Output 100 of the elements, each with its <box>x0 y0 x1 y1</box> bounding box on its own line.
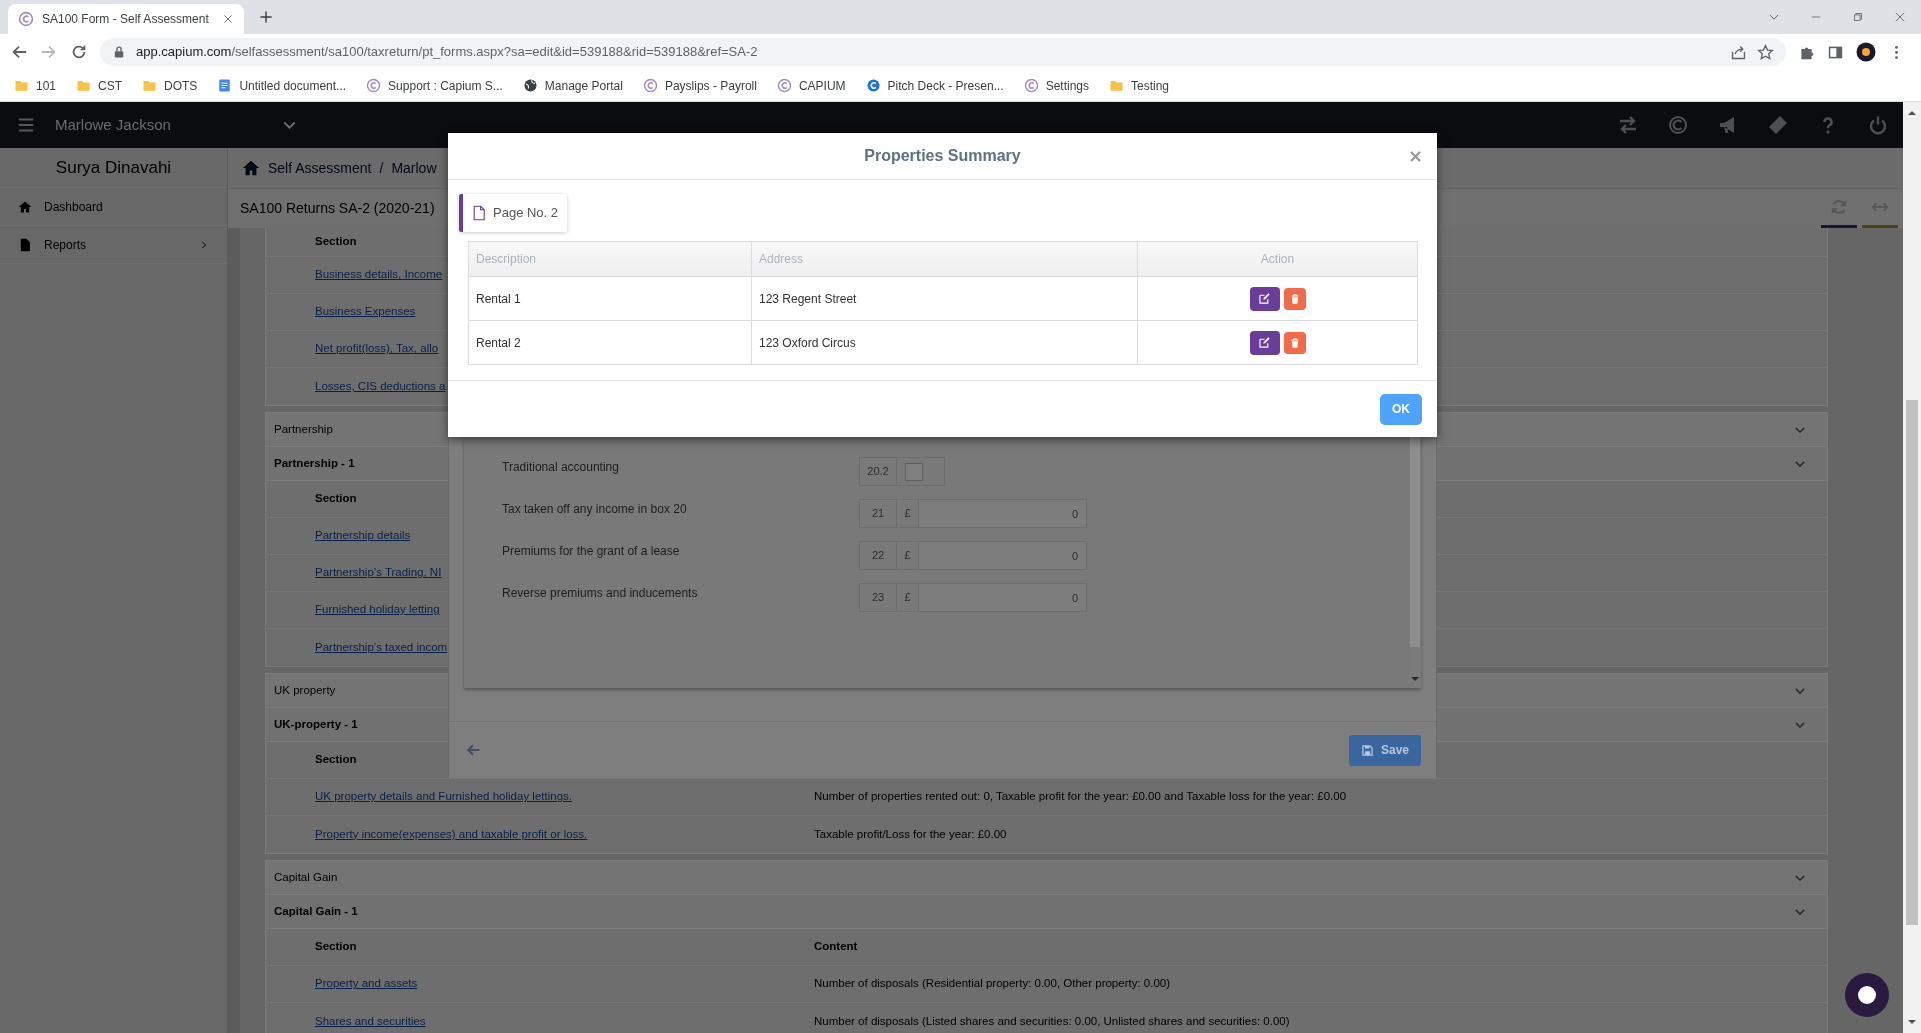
edit-icon <box>1258 292 1271 305</box>
group-title: Capital Gain <box>274 869 338 885</box>
section-link[interactable]: Furnished holiday letting <box>315 603 440 616</box>
star-icon[interactable] <box>1757 43 1774 61</box>
lock-icon <box>112 45 126 59</box>
amount-field[interactable]: 0 <box>919 499 1087 528</box>
c-circle-icon <box>865 78 881 93</box>
document-icon <box>471 205 487 221</box>
close-icon[interactable] <box>222 13 234 25</box>
section-link[interactable]: Losses, CIS deductions a <box>315 379 446 392</box>
table-cell: 123 Oxford Circus <box>751 320 1138 365</box>
client-selector[interactable]: Marlowe Jackson <box>55 113 297 137</box>
power-icon[interactable] <box>1868 115 1888 135</box>
column-header: Address <box>751 241 1138 277</box>
section-link[interactable]: Property and assets <box>315 977 418 990</box>
column-header: Action <box>1137 241 1418 277</box>
amount-field[interactable]: 0 <box>919 541 1087 570</box>
avatar-icon[interactable] <box>1856 42 1876 62</box>
bookmark[interactable]: Payslips - Payroll <box>642 76 757 95</box>
bookmark[interactable]: Pitch Deck - Presen... <box>865 76 1004 95</box>
address-bar[interactable]: app.capium.com/selfassessment/sa100/taxreturn/pt_forms.aspx?sa=edit&id=539188&rid=539188&ref=SA-2 <box>100 38 1786 66</box>
document-icon <box>217 78 233 93</box>
exchange-icon[interactable] <box>1618 115 1638 135</box>
delete-button[interactable] <box>1283 331 1306 354</box>
page-tab[interactable]: Page No. 2 <box>459 194 568 232</box>
column-header: Content <box>814 940 858 953</box>
sidebar-item[interactable]: Reports <box>0 226 227 264</box>
section-content: Number of properties rented out: 0, Taxable profit for the year: £0.00 and Taxable loss for the year: £0.00 <box>814 790 1347 803</box>
section-content: Number of disposals (Residential property: 0.00, Other property: 0.00) <box>814 977 1171 990</box>
scrollbar[interactable] <box>1903 102 1921 1033</box>
c-circle-icon <box>1023 78 1039 93</box>
breadcrumb-item[interactable]: Self Assessment <box>268 157 372 179</box>
browser-tab[interactable]: SA100 Form - Self Assessment <box>8 4 244 34</box>
checkbox[interactable] <box>905 462 923 481</box>
field-label: Tax taken off any income in box 20 <box>502 501 688 518</box>
bookmark[interactable]: CAPIUM <box>776 76 846 95</box>
group-subtitle: UK-property - 1 <box>274 716 358 732</box>
c-circle-icon <box>776 78 792 93</box>
section-link[interactable]: Shares and securities <box>315 1014 426 1027</box>
table-cell: Rental 2 <box>468 320 752 365</box>
section-link[interactable]: Partnership’s taxed incom <box>315 640 448 653</box>
bookmark[interactable]: DOTS <box>142 76 198 95</box>
save-icon <box>1360 743 1374 757</box>
field-label: Traditional accounting <box>502 459 620 476</box>
column-header: Section <box>315 492 357 505</box>
edit-button[interactable] <box>1249 286 1280 311</box>
bookmark[interactable]: Testing <box>1109 76 1170 95</box>
section-link[interactable]: Business details, Income <box>315 268 443 281</box>
box-number: 21 <box>859 499 897 528</box>
close-button[interactable] <box>1408 148 1423 164</box>
amount-field[interactable]: 0 <box>919 583 1087 612</box>
bookmark[interactable]: Settings <box>1023 76 1089 95</box>
box-number: 22 <box>859 541 897 570</box>
scrollbar[interactable] <box>1409 437 1421 688</box>
section-link[interactable]: Net profit(loss), Tax, allo <box>315 342 439 355</box>
column-header: Section <box>315 753 357 766</box>
file-icon <box>18 237 32 252</box>
column-header: Section <box>315 940 357 953</box>
plus-icon[interactable] <box>258 8 274 25</box>
section-link[interactable]: Property income(expenses) and taxable profit or loss. <box>315 827 588 840</box>
delete-button[interactable] <box>1283 287 1306 310</box>
section-link[interactable]: UK property details and Furnished holiday lettings. <box>315 790 572 803</box>
section-content: Number of disposals (Listed shares and securities: 0.00, Unlisted shares and securities: 0.00) <box>814 1014 1290 1027</box>
forward-icon[interactable] <box>40 43 58 61</box>
breadcrumb-item[interactable]: Marlow <box>391 157 437 179</box>
save-button[interactable]: Save <box>1348 734 1421 766</box>
reload-icon[interactable] <box>70 43 88 61</box>
group-title: Partnership <box>274 421 333 437</box>
back-button[interactable] <box>465 742 481 758</box>
bookmark[interactable]: Untitled document... <box>217 76 347 95</box>
sidebar-item[interactable]: Dashboard <box>0 188 227 226</box>
user-name: Surya Dinavahi <box>0 148 227 188</box>
share-icon[interactable] <box>1730 43 1747 61</box>
globe-icon <box>522 78 538 93</box>
c-circle-icon[interactable] <box>1668 115 1688 135</box>
section-link[interactable]: Partnership details <box>315 529 411 542</box>
bookmark[interactable]: Support : Capium S... <box>366 76 503 95</box>
bookmark[interactable]: Manage Portal <box>522 76 623 95</box>
home-icon[interactable] <box>242 159 260 177</box>
folder-icon <box>1109 78 1124 93</box>
restore-icon[interactable] <box>1851 10 1865 24</box>
bookmark[interactable]: 101 <box>14 76 57 95</box>
folder-icon <box>76 78 92 93</box>
edit-icon <box>1258 336 1271 349</box>
c-circle-icon <box>642 78 658 93</box>
table-cell: Rental 1 <box>468 276 752 321</box>
section-link[interactable]: Partnership’s Trading, NI <box>315 566 442 579</box>
table-cell: 123 Regent Street <box>751 276 1138 321</box>
back-icon[interactable] <box>10 43 28 61</box>
menu-icon[interactable] <box>17 116 35 134</box>
close-icon[interactable] <box>1893 10 1907 24</box>
bookmark[interactable]: CST <box>76 76 123 95</box>
column-header: Description <box>468 241 752 277</box>
ok-button[interactable]: OK <box>1380 393 1422 425</box>
c-circle-icon <box>18 11 34 27</box>
section-link[interactable]: Business Expenses <box>315 305 416 318</box>
column-header: Section <box>315 235 357 248</box>
folder-icon <box>142 78 158 93</box>
edit-button[interactable] <box>1249 330 1280 355</box>
close-icon <box>1408 148 1423 164</box>
